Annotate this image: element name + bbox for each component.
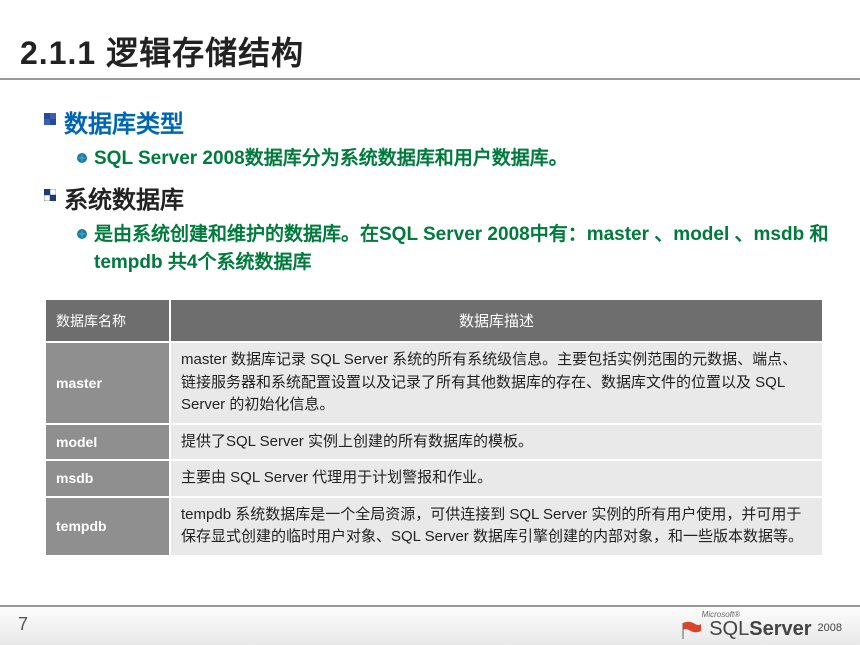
cell-name: tempdb	[45, 497, 170, 556]
text-sys-db-desc: 是由系统创建和维护的数据库。在SQL Server 2008中有：master …	[94, 221, 830, 278]
heading-db-type: 数据库类型	[64, 104, 184, 139]
text-db-type-desc: SQL Server 2008数据库分为系统数据库和用户数据库。	[94, 145, 568, 174]
title-underline	[0, 78, 860, 80]
cell-desc: 主要由 SQL Server 代理用于计划警报和作业。	[170, 460, 823, 497]
logo-year: 2008	[818, 622, 842, 634]
cell-desc: master 数据库记录 SQL Server 系统的所有系统级信息。主要包括实…	[170, 342, 823, 424]
table-row: msdb 主要由 SQL Server 代理用于计划警报和作业。	[45, 460, 823, 497]
bullet-sys-db: 系统数据库	[44, 180, 830, 215]
table-row: model 提供了SQL Server 实例上创建的所有数据库的模板。	[45, 424, 823, 461]
heading-sys-db: 系统数据库	[64, 180, 184, 215]
flag-icon	[681, 621, 703, 639]
cell-desc: tempdb 系统数据库是一个全局资源，可供连接到 SQL Server 实例的…	[170, 497, 823, 556]
content-area: 数据库类型 SQL Server 2008数据库分为系统数据库和用户数据库。 系…	[44, 104, 830, 284]
square-bullet-icon	[44, 113, 56, 125]
slide-title: 2.1.1 逻辑存储结构	[20, 28, 304, 74]
page-number: 7	[18, 614, 28, 635]
table-row: master master 数据库记录 SQL Server 系统的所有系统级信…	[45, 342, 823, 424]
bullet-db-type: 数据库类型	[44, 104, 830, 139]
logo-sql: SQL	[709, 618, 749, 640]
sub-sys-db: 是由系统创建和维护的数据库。在SQL Server 2008中有：master …	[76, 221, 830, 278]
star-bullet-icon	[76, 152, 88, 164]
star-bullet-icon	[76, 228, 88, 240]
th-name: 数据库名称	[45, 299, 170, 342]
th-desc: 数据库描述	[170, 299, 823, 342]
cell-name: master	[45, 342, 170, 424]
sub-db-type: SQL Server 2008数据库分为系统数据库和用户数据库。	[76, 145, 830, 174]
footer-bar: 7 Microsoft® SQLServer 2008	[0, 605, 860, 645]
cell-name: msdb	[45, 460, 170, 497]
sql-server-logo: SQLServer 2008	[681, 618, 842, 641]
logo-server: Server	[749, 618, 811, 640]
slide: 2.1.1 逻辑存储结构 数据库类型 SQL Server 2008数据库分为系…	[0, 0, 860, 645]
table-header-row: 数据库名称 数据库描述	[45, 299, 823, 342]
cell-desc: 提供了SQL Server 实例上创建的所有数据库的模板。	[170, 424, 823, 461]
cell-name: model	[45, 424, 170, 461]
table-row: tempdb tempdb 系统数据库是一个全局资源，可供连接到 SQL Ser…	[45, 497, 823, 556]
table: 数据库名称 数据库描述 master master 数据库记录 SQL Serv…	[44, 298, 824, 557]
square-bullet-icon	[44, 189, 56, 201]
logo-text: SQLServer	[709, 618, 811, 641]
system-db-table: 数据库名称 数据库描述 master master 数据库记录 SQL Serv…	[44, 298, 824, 557]
